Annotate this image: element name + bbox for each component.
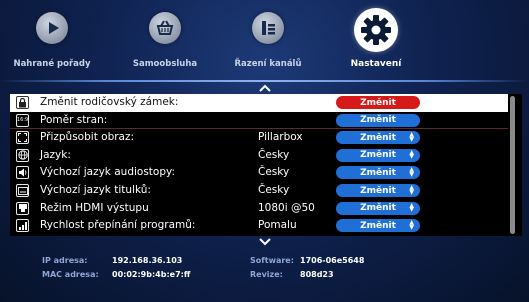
menu-underline <box>0 80 529 82</box>
change-button[interactable]: Změnit ▲ ▼ <box>336 148 420 162</box>
menu-item-recordings[interactable]: Nahrané pořady <box>0 12 112 69</box>
ip-value: 192.168.36.103 <box>112 256 183 265</box>
row-label: Rychlost přepínání programů: <box>40 219 196 232</box>
change-button-label: Změnit <box>360 115 396 126</box>
updown-arrows-icon: ▲ ▼ <box>409 184 414 196</box>
tv-settings-screen: Nahrané pořady Samoobsluha Řazení kanálů… <box>0 0 529 302</box>
menu-item-label: Řazení kanálů <box>234 59 302 69</box>
chevron-up-icon[interactable] <box>258 84 272 92</box>
change-button-label: Změnit <box>360 203 396 214</box>
updown-arrows-icon: ▲ ▼ <box>409 201 414 214</box>
change-button-label: Změnit <box>360 132 396 143</box>
change-button[interactable]: Změnit <box>336 96 420 109</box>
row-value: 1080i @50 <box>258 201 315 214</box>
change-button-label: Změnit <box>360 220 396 231</box>
change-button-label: Změnit <box>360 167 396 178</box>
row-label: Jazyk: <box>40 148 71 161</box>
change-button-label: Změnit <box>360 185 396 196</box>
gear-icon <box>354 8 398 52</box>
channel-order-icon <box>252 12 284 44</box>
menu-item-channel-order[interactable]: Řazení kanálů <box>208 12 328 69</box>
play-icon <box>36 12 68 44</box>
ip-label: IP adresa: <box>42 256 88 265</box>
settings-row-language[interactable]: Jazyk: Česky Změnit ▲ ▼ <box>10 147 508 165</box>
top-menu: Nahrané pořady Samoobsluha Řazení kanálů… <box>0 0 529 82</box>
change-button[interactable]: Změnit ▲ ▼ <box>336 166 420 180</box>
row-label: Výchozí jazyk titulků: <box>40 184 151 196</box>
menu-item-label: Nahrané pořady <box>13 59 91 69</box>
row-value: Česky <box>258 166 290 179</box>
revision-label: Revize: <box>250 270 283 279</box>
aspect-ratio-icon: 16:9 <box>16 113 29 127</box>
updown-arrows-icon: ▲ ▼ <box>409 166 414 178</box>
chevron-down-icon[interactable] <box>258 238 272 246</box>
menu-item-self-service[interactable]: Samoobsluha <box>105 12 225 69</box>
row-label: Změnit rodičovský zámek: <box>40 96 179 108</box>
software-value: 1706-06e5648 <box>300 256 365 265</box>
change-button-label: Změnit <box>360 97 396 108</box>
row-label: Poměr stran: <box>40 113 108 126</box>
speaker-icon <box>16 166 29 180</box>
settings-row-audio-language[interactable]: Výchozí jazyk audiostopy: Česky Změnit ▲ ▼ <box>10 164 508 182</box>
mac-label: MAC adresa: <box>42 270 99 279</box>
change-button[interactable]: Změnit ▲ ▼ <box>336 184 420 197</box>
menu-item-label: Nastavení <box>350 59 402 69</box>
software-label: Software: <box>250 256 294 265</box>
row-label: Přizpůsobit obraz: <box>40 131 135 144</box>
scrollbar-thumb[interactable] <box>510 96 515 234</box>
menu-item-label: Samoobsluha <box>132 59 198 69</box>
updown-arrows-icon: ▲ ▼ <box>409 219 414 231</box>
mac-value: 00:02:9b:4b:e7:ff <box>112 270 191 279</box>
revision-value: 808d23 <box>300 270 334 279</box>
settings-row-subtitle-language[interactable]: Výchozí jazyk titulků: Česky Změnit ▲ ▼ <box>10 182 508 200</box>
change-button[interactable]: Změnit ▲ ▼ <box>336 131 420 145</box>
row-value: Česky <box>258 184 290 196</box>
basket-icon <box>149 12 181 44</box>
subtitles-icon <box>16 184 29 197</box>
menu-item-settings[interactable]: Nastavení <box>316 8 436 69</box>
row-value: Pomalu <box>258 219 297 232</box>
row-label: Výchozí jazyk audiostopy: <box>40 166 175 179</box>
settings-row-hdmi-mode[interactable]: Režim HDMI výstupu 1080i @50 Změnit ▲ ▼ <box>10 200 508 218</box>
settings-row-parental-lock[interactable]: Změnit rodičovský zámek: Změnit <box>10 94 508 112</box>
updown-arrows-icon: ▲ ▼ <box>409 131 414 143</box>
settings-row-zap-speed[interactable]: Rychlost přepínání programů: Pomalu Změn… <box>10 217 508 235</box>
hdmi-icon <box>16 201 29 215</box>
change-button-label: Změnit <box>360 150 396 161</box>
change-button[interactable]: Změnit ▲ ▼ <box>336 201 420 215</box>
lock-icon <box>16 96 29 109</box>
settings-panel: Změnit rodičovský zámek: Změnit 16:9 Pom… <box>10 94 522 236</box>
device-info-footer: IP adresa: 192.168.36.103 MAC adresa: 00… <box>0 250 529 290</box>
change-button[interactable]: Změnit <box>336 113 420 127</box>
settings-row-aspect-ratio[interactable]: 16:9 Poměr stran: Změnit <box>10 112 508 130</box>
change-button[interactable]: Změnit ▲ ▼ <box>336 219 420 233</box>
row-value: Pillarbox <box>258 131 303 144</box>
updown-arrows-icon: ▲ ▼ <box>409 148 414 161</box>
row-value: Česky <box>258 148 290 161</box>
globe-icon <box>16 148 29 162</box>
signal-bars-icon <box>16 219 29 233</box>
fit-screen-icon <box>16 131 29 145</box>
row-label: Režim HDMI výstupu <box>40 201 149 214</box>
settings-row-fit-picture[interactable]: Přizpůsobit obraz: Pillarbox Změnit ▲ ▼ <box>10 129 508 147</box>
